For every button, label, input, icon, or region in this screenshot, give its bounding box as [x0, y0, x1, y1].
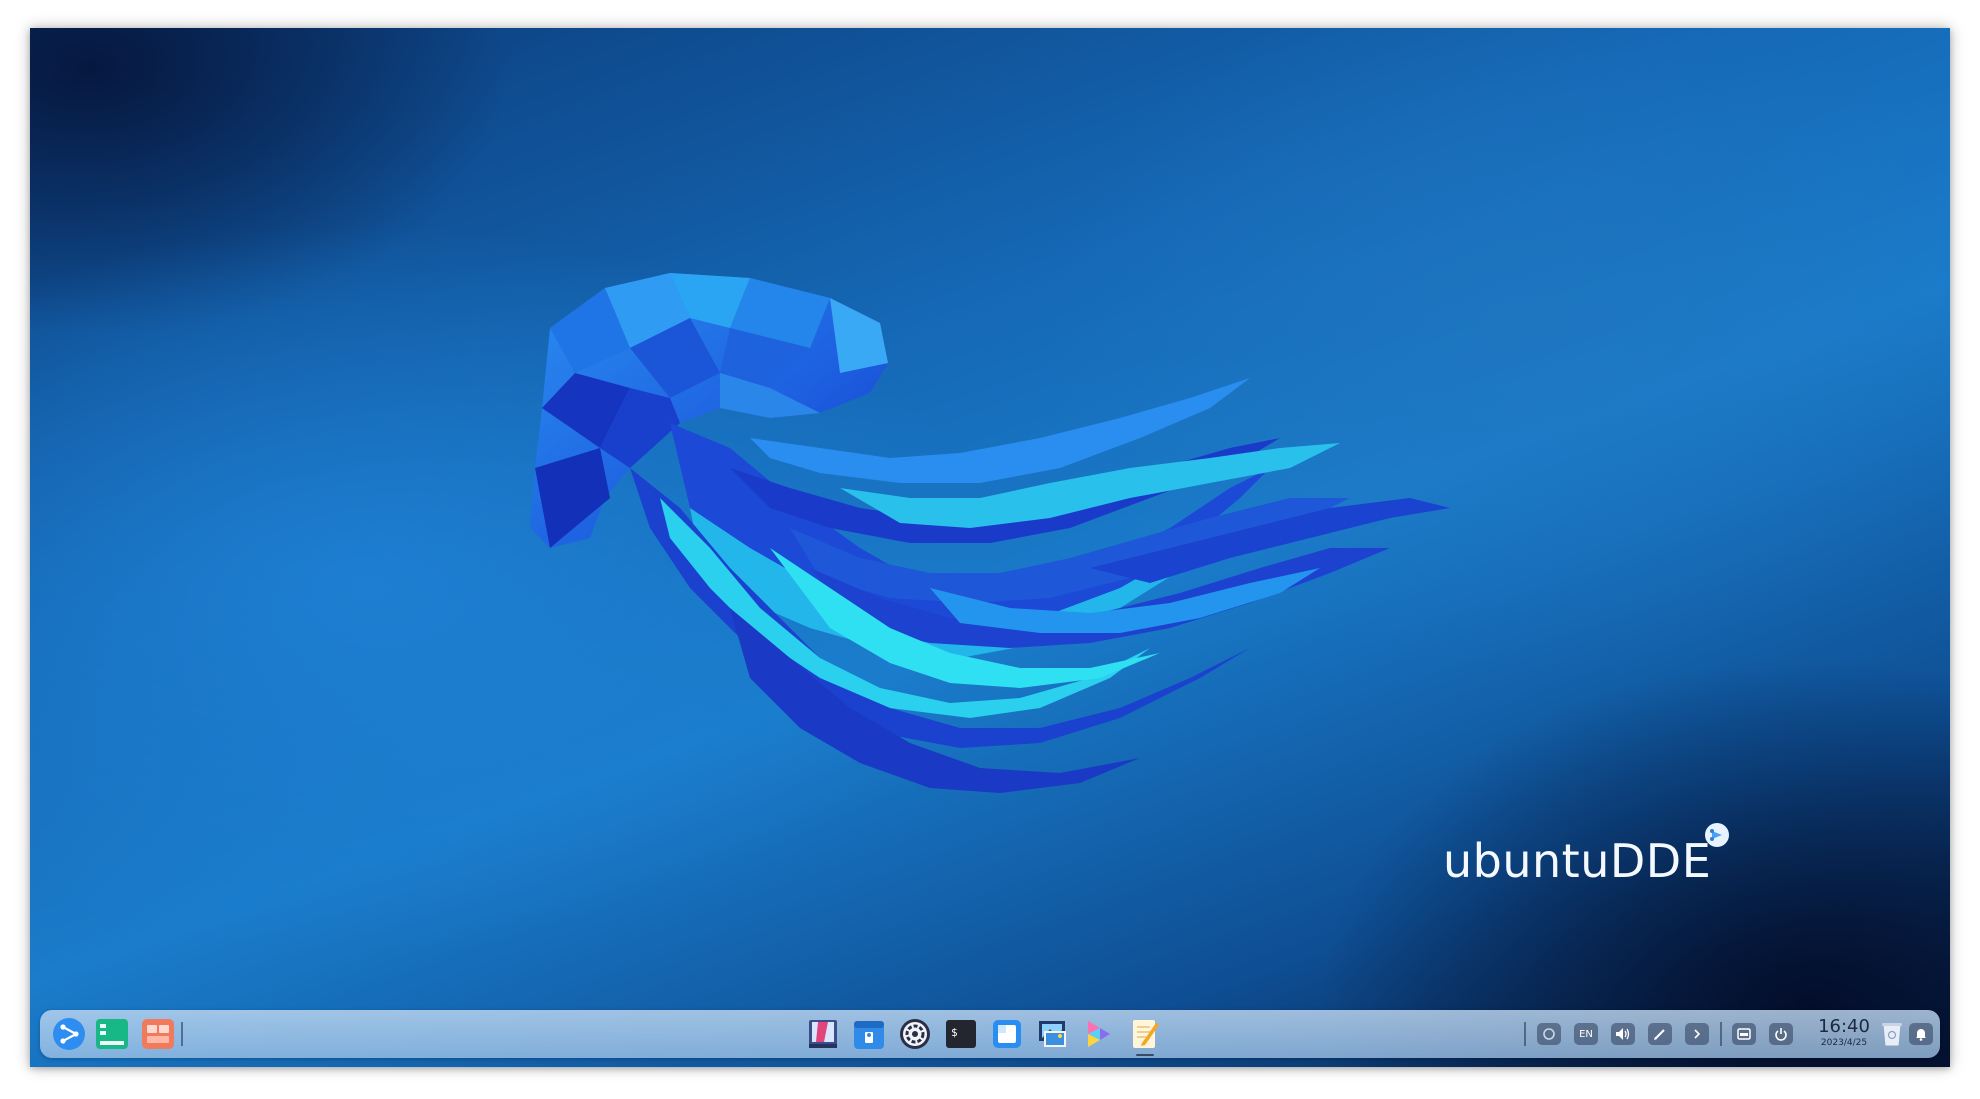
workspace-icon[interactable] — [141, 1017, 175, 1051]
terminal-icon[interactable]: $ — [944, 1017, 978, 1051]
launcher-icon[interactable] — [52, 1017, 86, 1051]
multitasking-view-icon[interactable] — [95, 1017, 129, 1051]
clock-time: 16:40 — [1818, 1016, 1870, 1037]
image-viewer-icon[interactable] — [1036, 1017, 1070, 1051]
text-editor-icon[interactable] — [1128, 1017, 1162, 1051]
file-manager-icon[interactable] — [806, 1017, 840, 1051]
chevron-right-icon[interactable] — [1685, 1023, 1709, 1045]
keyboard-layout-label: EN — [1579, 1028, 1593, 1040]
dock: $ EN 16:40 2023/4/25 — [40, 1010, 1940, 1058]
clock-date: 2023/4/25 — [1820, 1038, 1868, 1048]
jellyfish-wallpaper-art — [530, 273, 1450, 793]
show-desktop-icon[interactable] — [1732, 1023, 1756, 1045]
app-store-icon[interactable] — [852, 1017, 886, 1051]
volume-icon[interactable] — [1611, 1023, 1635, 1045]
power-icon[interactable] — [1769, 1023, 1793, 1045]
dock-separator — [181, 1022, 183, 1046]
jellyfish-tentacles — [630, 378, 1450, 793]
dock-separator — [1720, 1022, 1722, 1046]
desktop[interactable]: ubuntuDDE $ EN 16:40 2023/4/25 — [30, 28, 1950, 1067]
dock-separator — [1524, 1022, 1526, 1046]
keyboard-layout-indicator[interactable]: EN — [1574, 1023, 1598, 1045]
svg-text:$: $ — [951, 1026, 958, 1039]
deepin-logo-icon — [1705, 823, 1729, 847]
running-indicator — [1136, 1054, 1154, 1056]
document-viewer-icon[interactable] — [990, 1017, 1024, 1051]
screen-recorder-icon[interactable] — [1537, 1023, 1561, 1045]
control-center-icon[interactable] — [898, 1017, 932, 1051]
trash-icon[interactable] — [1879, 1020, 1905, 1048]
notification-bell-icon[interactable] — [1909, 1023, 1933, 1045]
brand-text: ubuntuDDE — [1443, 834, 1712, 888]
clock[interactable]: 16:40 2023/4/25 — [1816, 1017, 1872, 1053]
color-picker-icon[interactable] — [1082, 1017, 1116, 1051]
pen-tool-icon[interactable] — [1648, 1023, 1672, 1045]
